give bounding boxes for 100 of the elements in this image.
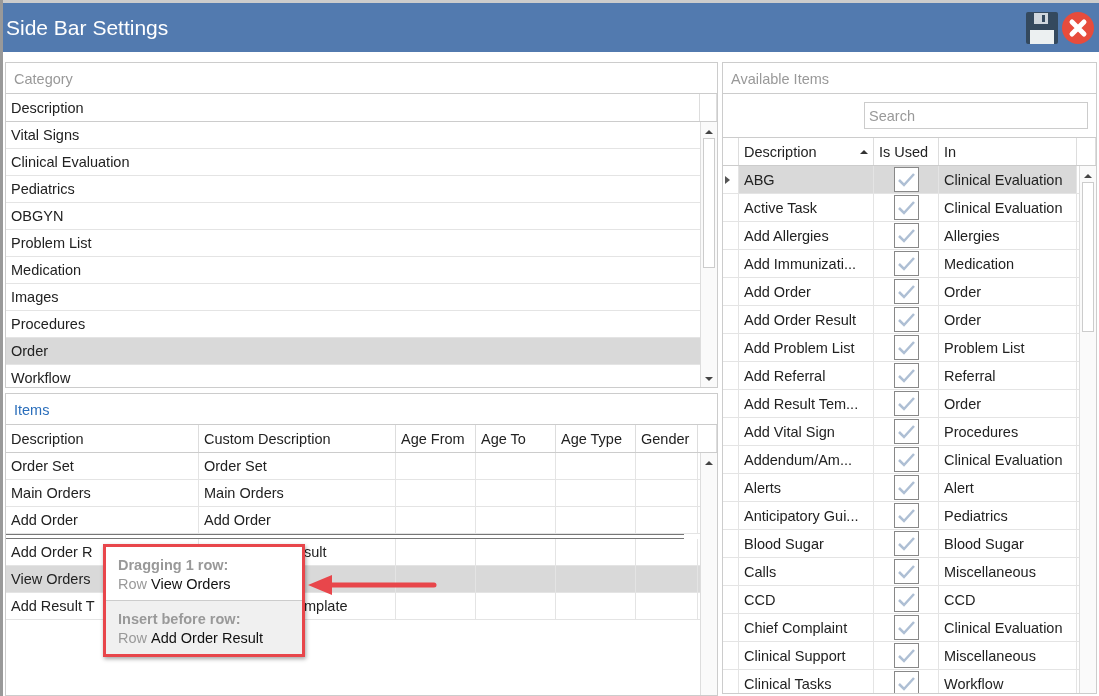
table-cell: Main Orders [6, 480, 199, 506]
panel-title: Items [6, 394, 717, 425]
scroll-up-icon[interactable] [704, 459, 714, 467]
checkbox[interactable] [893, 587, 919, 612]
checkbox[interactable] [893, 615, 919, 640]
checkbox[interactable] [893, 279, 919, 304]
table-cell: Main Orders [199, 480, 396, 506]
category-row[interactable]: Vital Signs [6, 122, 700, 149]
column-header[interactable]: In [939, 138, 1077, 165]
search-field[interactable]: Search [864, 102, 1088, 129]
table-cell: Add Order [739, 278, 874, 305]
table-cell: Pediatrics [939, 502, 1077, 529]
category-row[interactable]: Pediatrics [6, 176, 700, 203]
item-row[interactable]: Active Task Clinical Evaluation [723, 194, 1079, 222]
table-cell: Add Problem List [739, 334, 874, 361]
table-cell: Add Immunizati... [739, 250, 874, 277]
category-row[interactable]: Clinical Evaluation [6, 149, 700, 176]
table-cell: Order Set [6, 453, 199, 479]
item-row[interactable]: Add Order Result Order [723, 306, 1079, 334]
table-cell: Clinical Evaluation [939, 166, 1077, 193]
item-row[interactable]: Main Orders Main Orders [6, 480, 700, 507]
item-row[interactable]: Add Allergies Allergies [723, 222, 1079, 250]
checkbox[interactable] [893, 195, 919, 220]
table-cell: Add Order [6, 507, 199, 533]
table-cell: Order [939, 390, 1077, 417]
table-cell: Medication [939, 250, 1077, 277]
column-header[interactable]: Age To [476, 425, 556, 452]
checkbox[interactable] [893, 559, 919, 584]
category-row[interactable]: Images [6, 284, 700, 311]
scroll-thumb[interactable] [1082, 182, 1094, 332]
checkbox[interactable] [893, 419, 919, 444]
checkbox[interactable] [893, 531, 919, 556]
checkbox[interactable] [893, 475, 919, 500]
table-cell: Miscellaneous [939, 558, 1077, 585]
table-cell: Clinical Evaluation [939, 446, 1077, 473]
column-header[interactable]: Age Type [556, 425, 636, 452]
scroll-thumb[interactable] [703, 138, 715, 268]
item-row[interactable]: Blood Sugar Blood Sugar [723, 530, 1079, 558]
column-header[interactable]: Gender [636, 425, 698, 452]
checkbox[interactable] [893, 391, 919, 416]
checkbox[interactable] [893, 447, 919, 472]
table-cell: Alerts [739, 474, 874, 501]
scroll-up-icon[interactable] [704, 128, 714, 136]
item-row[interactable]: Order Set Order Set [6, 453, 700, 480]
category-row[interactable]: OBGYN [6, 203, 700, 230]
item-row[interactable]: Add Order Order [723, 278, 1079, 306]
checkbox[interactable] [893, 503, 919, 528]
item-row[interactable]: Chief Complaint Clinical Evaluation [723, 614, 1079, 642]
category-row[interactable]: Problem List [6, 230, 700, 257]
column-header[interactable]: Description [6, 94, 700, 121]
item-row[interactable]: Anticipatory Gui... Pediatrics [723, 502, 1079, 530]
scrollbar[interactable] [700, 122, 717, 387]
checkbox[interactable] [893, 223, 919, 248]
scrollbar[interactable] [700, 453, 717, 695]
column-header[interactable]: Description [6, 425, 199, 452]
table-cell: Referral [939, 362, 1077, 389]
item-row[interactable]: Add Referral Referral [723, 362, 1079, 390]
scrollbar[interactable] [1079, 166, 1096, 693]
checkbox[interactable] [893, 307, 919, 332]
table-cell: Clinical Tasks [739, 670, 874, 693]
category-row[interactable]: Medication [6, 257, 700, 284]
item-row[interactable]: Add Problem List Problem List [723, 334, 1079, 362]
panel-title: Category [6, 63, 717, 94]
table-cell: Add Result Tem... [739, 390, 874, 417]
table-cell: Order [939, 306, 1077, 333]
item-row[interactable]: Add Vital Sign Procedures [723, 418, 1079, 446]
table-cell: Chief Complaint [739, 614, 874, 641]
item-row[interactable]: Calls Miscellaneous [723, 558, 1079, 586]
checkbox[interactable] [893, 643, 919, 668]
table-cell: Clinical Evaluation [939, 194, 1077, 221]
arrow-icon [306, 574, 438, 596]
item-row[interactable]: Add Immunizati... Medication [723, 250, 1079, 278]
item-row[interactable]: ABG Clinical Evaluation [723, 166, 1079, 194]
table-cell: Anticipatory Gui... [739, 502, 874, 529]
table-cell: Blood Sugar [739, 530, 874, 557]
item-row[interactable]: Alerts Alert [723, 474, 1079, 502]
checkbox[interactable] [893, 363, 919, 388]
item-row[interactable]: Add Result Tem... Order [723, 390, 1079, 418]
category-row[interactable]: Order [6, 338, 700, 365]
column-header[interactable]: Is Used [874, 138, 939, 165]
column-header[interactable]: Custom Description [199, 425, 396, 452]
save-icon[interactable] [1025, 10, 1059, 45]
table-cell: Problem List [939, 334, 1077, 361]
table-cell: Alert [939, 474, 1077, 501]
checkbox[interactable] [893, 167, 919, 192]
checkbox[interactable] [893, 671, 919, 693]
table-cell: Order [939, 278, 1077, 305]
table-cell: CCD [739, 586, 874, 613]
item-row[interactable]: Clinical Support Miscellaneous [723, 642, 1079, 670]
column-header[interactable]: Age From [396, 425, 476, 452]
item-row[interactable]: Clinical Tasks Workflow [723, 670, 1079, 693]
column-header[interactable]: Description [739, 138, 874, 165]
scroll-down-icon[interactable] [704, 375, 714, 383]
close-icon[interactable] [1061, 10, 1095, 45]
item-row[interactable]: Addendum/Am... Clinical Evaluation [723, 446, 1079, 474]
checkbox[interactable] [893, 251, 919, 276]
item-row[interactable]: Add Order Add Order [6, 507, 700, 534]
checkbox[interactable] [893, 335, 919, 360]
scroll-up-icon[interactable] [1083, 172, 1093, 180]
item-row[interactable]: CCD CCD [723, 586, 1079, 614]
